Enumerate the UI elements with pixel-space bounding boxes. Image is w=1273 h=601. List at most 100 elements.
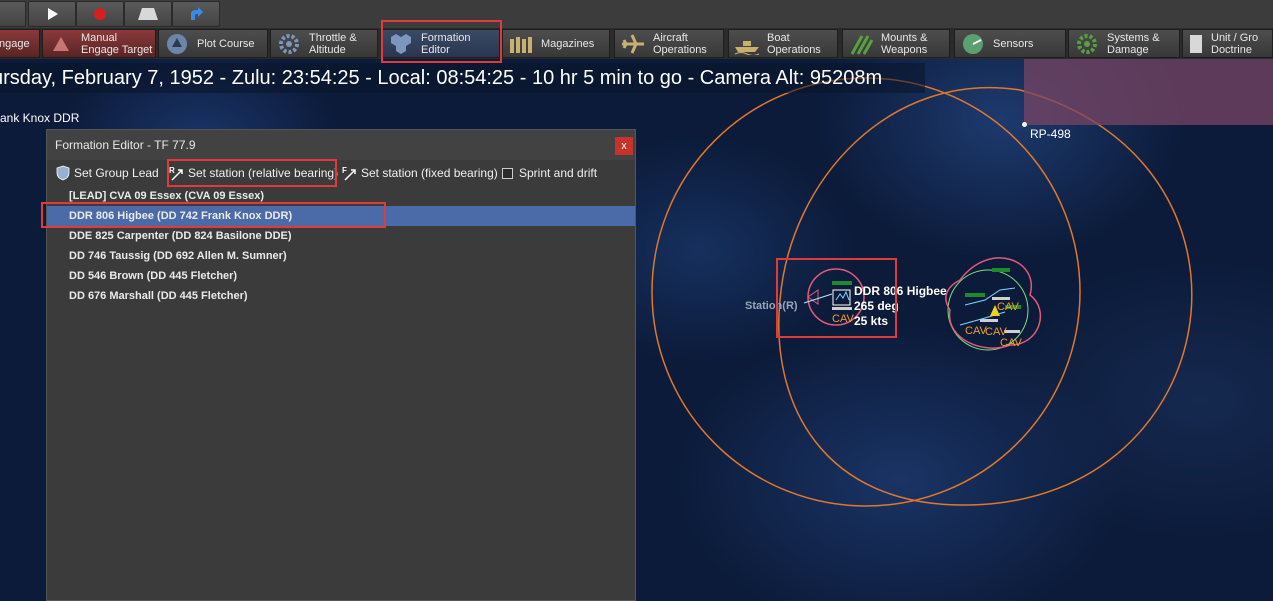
- tab-throttle-altitude[interactable]: Throttle & Altitude: [270, 29, 378, 58]
- selected-unit-name[interactable]: DDR 806 Higbee: [854, 284, 947, 298]
- tab-manual-engage[interactable]: Manual Engage Target: [42, 29, 156, 58]
- tab-boat-operations[interactable]: Boat Operations: [728, 29, 838, 58]
- set-group-lead-button[interactable]: Set Group Lead: [55, 164, 159, 182]
- group-health-bar-1: [992, 268, 1010, 272]
- tab-plot-course[interactable]: Plot Course: [158, 29, 268, 58]
- command-tab-bar: ngage Manual Engage Target Plot Course T…: [0, 20, 1273, 63]
- window-title: Formation Editor - TF 77.9: [55, 138, 196, 152]
- selected-unit-box[interactable]: [832, 289, 851, 306]
- group-status-bar-1: [992, 297, 1010, 300]
- group-tag-2: CAV: [965, 325, 987, 337]
- shield-icon: [55, 165, 71, 181]
- ship-row[interactable]: DDE 825 Carpenter (DD 824 Basilone DDE): [47, 226, 635, 246]
- tab-mounts-weapons[interactable]: Mounts & Weapons: [842, 29, 950, 58]
- aircraft-icon: [619, 32, 647, 56]
- runway-button[interactable]: [124, 1, 172, 27]
- formation-icon: [387, 32, 415, 56]
- formation-toolbar: Set Group Lead R Set station (relative b…: [47, 159, 635, 187]
- ship-name: DDE 825 Carpenter (DD 824 Basilone DDE): [69, 230, 292, 242]
- range-ring-formation: [778, 86, 1193, 506]
- status-line: ursday, February 7, 1952 - Zulu: 23:54:2…: [0, 63, 925, 93]
- record-icon: [94, 8, 106, 20]
- reference-point-marker[interactable]: [1022, 122, 1027, 127]
- set-station-fixed-label: Set station (fixed bearing): [361, 166, 498, 180]
- tab-sensors[interactable]: Sensors: [954, 29, 1066, 58]
- ship-row-lead[interactable]: [LEAD] CVA 09 Essex (CVA 09 Essex): [47, 186, 635, 206]
- manual-engage-icon: [47, 32, 75, 56]
- sprint-and-drift-label: Sprint and drift: [519, 166, 598, 180]
- tab-label: Formation Editor: [421, 31, 471, 56]
- record-button[interactable]: [76, 1, 124, 27]
- ship-icon: [835, 290, 850, 301]
- tab-systems-damage[interactable]: Systems & Damage: [1068, 29, 1180, 58]
- ship-name: DD 746 Taussig (DD 692 Allen M. Sumner): [69, 250, 287, 262]
- set-station-fixed-button[interactable]: F Set station (fixed bearing): [342, 164, 498, 182]
- selected-unit-bearing: 265 deg: [854, 299, 899, 313]
- checkbox-box[interactable]: [502, 167, 513, 179]
- tab-label: Unit / Gro Doctrine: [1211, 31, 1259, 56]
- set-station-relative-label: Set station (relative bearing): [188, 166, 339, 180]
- plot-course-icon: [163, 32, 191, 56]
- svg-text:F: F: [342, 166, 347, 175]
- window-titlebar[interactable]: Formation Editor - TF 77.9 x: [47, 130, 635, 160]
- station-label: Station(R): [745, 300, 798, 312]
- play-button[interactable]: [28, 1, 76, 27]
- play-icon: [48, 8, 58, 20]
- tab-engage[interactable]: ngage: [0, 29, 40, 58]
- map-unit-label[interactable]: ank Knox DDR: [0, 111, 79, 125]
- group-health-bar-2: [965, 293, 985, 297]
- tab-label: Throttle & Altitude: [309, 31, 357, 56]
- runway-icon: [138, 8, 158, 20]
- gears-icon: [275, 32, 303, 56]
- ship-name: DD 676 Marshall (DD 445 Fletcher): [69, 290, 248, 302]
- ship-name: DDR 806 Higbee (DD 742 Frank Knox DDR): [69, 210, 293, 222]
- date-time-status: ursday, February 7, 1952 - Zulu: 23:54:2…: [0, 67, 883, 89]
- sensors-icon: [959, 32, 987, 56]
- close-icon: x: [621, 140, 627, 152]
- area-overlay: [1024, 59, 1273, 125]
- tab-label: Sensors: [993, 37, 1034, 50]
- tab-formation-editor[interactable]: Formation Editor: [382, 29, 500, 58]
- boat-icon: [733, 32, 761, 56]
- sprint-and-drift-checkbox[interactable]: Sprint and drift: [502, 164, 597, 182]
- ship-name: DD 546 Brown (DD 445 Fletcher): [69, 270, 238, 282]
- tab-label: Systems & Damage: [1107, 31, 1160, 56]
- doctrine-icon: [1187, 32, 1205, 56]
- unknown-tool-button[interactable]: [0, 1, 26, 27]
- tab-label: ngage: [0, 37, 30, 50]
- tab-magazines[interactable]: Magazines: [502, 29, 610, 58]
- systems-gear-icon: [1073, 32, 1101, 56]
- set-station-relative-button[interactable]: R Set station (relative bearing): [169, 164, 338, 182]
- selected-unit-tag: CAV: [832, 313, 854, 325]
- tab-label: Aircraft Operations: [653, 31, 707, 56]
- relative-bearing-icon: R: [169, 165, 185, 181]
- ship-row-selected[interactable]: DDR 806 Higbee (DD 742 Frank Knox DDR): [47, 206, 635, 226]
- magazines-icon: [507, 32, 535, 56]
- ship-row[interactable]: DD 676 Marshall (DD 445 Fletcher): [47, 286, 635, 306]
- tab-label: Plot Course: [197, 37, 255, 50]
- reference-point-label: RP-498: [1030, 127, 1071, 141]
- ship-name: [LEAD] CVA 09 Essex (CVA 09 Essex): [69, 190, 265, 202]
- close-button[interactable]: x: [615, 137, 633, 155]
- group-status-bar-2: [980, 319, 998, 322]
- set-group-lead-label: Set Group Lead: [74, 166, 159, 180]
- selected-unit-speed: 25 kts: [854, 314, 889, 328]
- tab-aircraft-operations[interactable]: Aircraft Operations: [614, 29, 724, 58]
- tab-label: Manual Engage Target: [81, 31, 153, 56]
- tab-label: Magazines: [541, 37, 595, 50]
- tab-unit-doctrine[interactable]: Unit / Gro Doctrine: [1182, 29, 1273, 58]
- station-pointer-icon: [807, 289, 819, 305]
- unit-health-bar: [832, 281, 852, 285]
- jump-button[interactable]: [172, 1, 220, 27]
- formation-editor-window: Formation Editor - TF 77.9 x Set Group L…: [46, 129, 636, 601]
- weapons-icon: [847, 32, 875, 56]
- ship-row[interactable]: DD 546 Brown (DD 445 Fletcher): [47, 266, 635, 286]
- svg-text:R: R: [169, 166, 175, 175]
- group-tag-4: CAV: [1000, 337, 1022, 349]
- tab-label: Mounts & Weapons: [881, 31, 928, 56]
- tab-label: Boat Operations: [767, 31, 821, 56]
- top-toolbar: [0, 0, 1273, 29]
- ship-row[interactable]: DD 746 Taussig (DD 692 Allen M. Sumner): [47, 246, 635, 266]
- unit-status-bar: [832, 307, 852, 310]
- fixed-bearing-icon: F: [342, 165, 358, 181]
